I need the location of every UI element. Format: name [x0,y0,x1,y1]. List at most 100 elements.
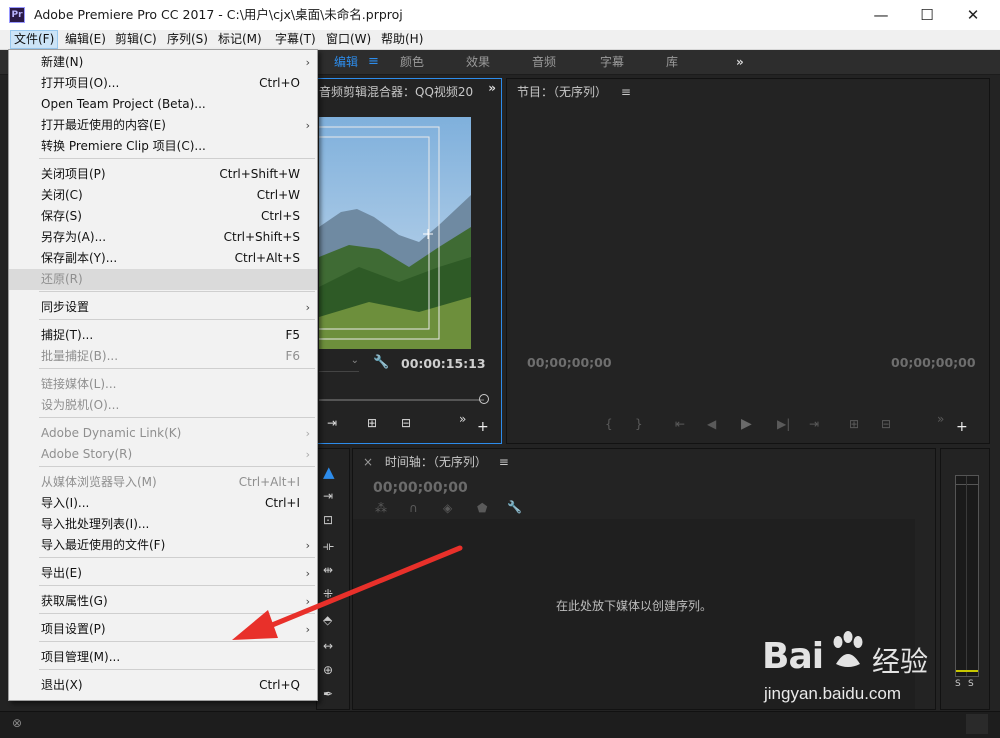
file-menu-item-label: 关闭(C) [41,188,83,202]
wrench-icon[interactable]: 🔧 [373,355,389,370]
file-menu-save-copy[interactable]: 保存副本(Y)... Ctrl+Alt+S [9,248,317,269]
panel-more-icon[interactable]: » [488,81,496,95]
file-menu-item-label: 项目设置(P) [41,622,106,636]
menu-sequence[interactable]: 序列(S) [164,31,211,48]
timeline-panel-title[interactable]: × 时间轴：（无序列） ≡ [353,449,935,475]
file-menu-item-shortcut: Ctrl+I [265,496,300,510]
file-menu-open-team-project[interactable]: Open Team Project (Beta)... [9,94,317,115]
maximize-button[interactable]: ☐ [904,0,950,30]
timeline-settings-icon[interactable]: 🔧 [507,500,522,514]
scrubber-handle[interactable] [479,394,489,404]
insert-icon[interactable]: ⇥ [327,416,337,430]
file-menu-item-label: 保存副本(Y)... [41,251,118,265]
file-menu-item-label: 导入最近使用的文件(F) [41,538,166,552]
file-menu-import-from-browser: 从媒体浏览器导入(M) Ctrl+Alt+I [9,472,317,493]
close-button[interactable]: ✕ [950,0,996,30]
file-menu-save[interactable]: 保存(S) Ctrl+S [9,206,317,227]
zoom-dropdown[interactable]: ⌄ [319,355,359,372]
file-menu-convert-clip[interactable]: 转换 Premiere Clip 项目(C)... [9,136,317,157]
file-menu-save-as[interactable]: 另存为(A)... Ctrl+Shift+S [9,227,317,248]
program-add-icon[interactable]: + [956,419,968,435]
source-panel-title[interactable]: 音频剪辑混合器：QQ视频20 [309,79,501,105]
file-menu-close[interactable]: 关闭(C) Ctrl+W [9,185,317,206]
lift-edit-icon[interactable]: ⊞ [849,417,859,431]
status-bar: ⊗ [0,711,1000,738]
file-menu-item-label: 链接媒体(L)... [41,377,117,391]
export-frame-icon[interactable]: ⊟ [401,416,411,430]
program-panel-title[interactable]: 节目：（无序列） ≡ [507,79,989,105]
more-controls-icon[interactable]: » [459,412,466,426]
file-menu-item-shortcut: Ctrl+Alt+S [234,251,300,265]
workspace-menu-icon[interactable]: ≡ [368,50,379,74]
workspace-tab-libraries[interactable]: 库 [666,50,678,74]
file-menu-adobe-story: Adobe Story(R) › [9,444,317,465]
ripple-edit-tool-icon[interactable]: ⊡ [323,513,333,527]
premiere-app-icon: Pr [9,7,25,23]
file-menu-import[interactable]: 导入(I)... Ctrl+I [9,493,317,514]
file-menu-import-batch-list[interactable]: 导入批处理列表(I)... [9,514,317,535]
submenu-arrow-icon: › [305,427,310,440]
menu-edit[interactable]: 编辑(E) [62,31,109,48]
go-to-out-icon[interactable]: ⇥ [809,417,819,431]
mark-in-icon[interactable]: { [605,417,613,431]
play-icon[interactable]: ▶ [741,416,752,432]
program-more-icon[interactable]: » [937,412,944,426]
track-tool-icon[interactable]: ⊕ [323,663,333,677]
file-menu-revert: 还原(R) [9,269,317,290]
watermark-brand: Bai [762,636,824,677]
submenu-arrow-icon: › [305,119,310,132]
creative-cloud-icon[interactable]: ⊗ [12,716,22,730]
file-menu-item-label: 导出(E) [41,566,82,580]
workspace-tab-titles[interactable]: 字幕 [600,50,624,74]
marker-icon[interactable]: ⬟ [477,501,487,515]
file-menu-item-label: Adobe Dynamic Link(K) [41,426,182,440]
source-scrubber[interactable] [319,399,484,401]
file-menu-new[interactable]: 新建(N) › [9,52,317,73]
panel-menu-icon[interactable]: ≡ [621,85,631,99]
menu-window[interactable]: 窗口(W) [323,31,374,48]
step-forward-icon[interactable]: ▶| [777,417,790,431]
step-back-icon[interactable]: ◀ [707,417,716,431]
pen-tool-icon[interactable]: ✒ [323,687,333,701]
add-marker-icon[interactable]: ◈ [443,501,452,515]
go-to-in-icon[interactable]: ⇤ [675,417,685,431]
file-menu-item-label: 批量捕捉(B)... [41,349,119,363]
menu-clip[interactable]: 剪辑(C) [112,31,160,48]
file-menu-item-shortcut: Ctrl+W [256,188,300,202]
snap-icon[interactable]: ⁂ [375,501,387,515]
workspace-more-icon[interactable]: » [736,50,744,74]
file-menu-sync-settings[interactable]: 同步设置 › [9,297,317,318]
file-menu-item-label: 导入批处理列表(I)... [41,517,150,531]
file-menu-project-manager[interactable]: 项目管理(M)... [9,647,317,668]
menu-title[interactable]: 字幕(T) [272,31,319,48]
menu-help[interactable]: 帮助(H) [378,31,426,48]
menu-file[interactable]: 文件(F) [10,30,59,49]
timeline-menu-icon[interactable]: ≡ [499,455,509,469]
workspace-tab-edit[interactable]: 编辑 [334,50,358,74]
file-menu-open-recent[interactable]: 打开最近使用的内容(E) › [9,115,317,136]
file-menu-open-project[interactable]: 打开项目(O)... Ctrl+O [9,73,317,94]
workspace-tab-color[interactable]: 颜色 [400,50,424,74]
file-menu-item-shortcut: F5 [285,328,300,342]
minimize-button[interactable]: — [858,0,904,30]
file-menu-close-project[interactable]: 关闭项目(P) Ctrl+Shift+W [9,164,317,185]
lift-icon[interactable]: ⊞ [367,416,377,430]
close-panel-icon[interactable]: × [363,455,373,469]
file-menu-item-label: 另存为(A)... [41,230,107,244]
file-menu-item-shortcut: F6 [285,349,300,363]
file-menu-item-label: 设为脱机(O)... [41,398,120,412]
selection-tool-icon[interactable]: ▲ [323,463,335,481]
file-menu-item-label: 还原(R) [41,272,83,286]
file-menu-exit[interactable]: 退出(X) Ctrl+Q [9,675,317,696]
file-menu-capture[interactable]: 捕捉(T)... F5 [9,325,317,346]
mark-out-icon[interactable]: } [635,417,643,431]
workspace-tab-audio[interactable]: 音频 [532,50,556,74]
workspace-tab-effects[interactable]: 效果 [466,50,490,74]
menu-marker[interactable]: 标记(M) [215,31,265,48]
extract-edit-icon[interactable]: ⊟ [881,417,891,431]
add-button-icon[interactable]: + [477,419,489,435]
resize-grip[interactable] [966,714,988,734]
track-select-tool-icon[interactable]: ⇥ [323,489,333,503]
linked-selection-icon[interactable]: ∩ [409,501,418,515]
annotation-arrow [232,545,463,640]
